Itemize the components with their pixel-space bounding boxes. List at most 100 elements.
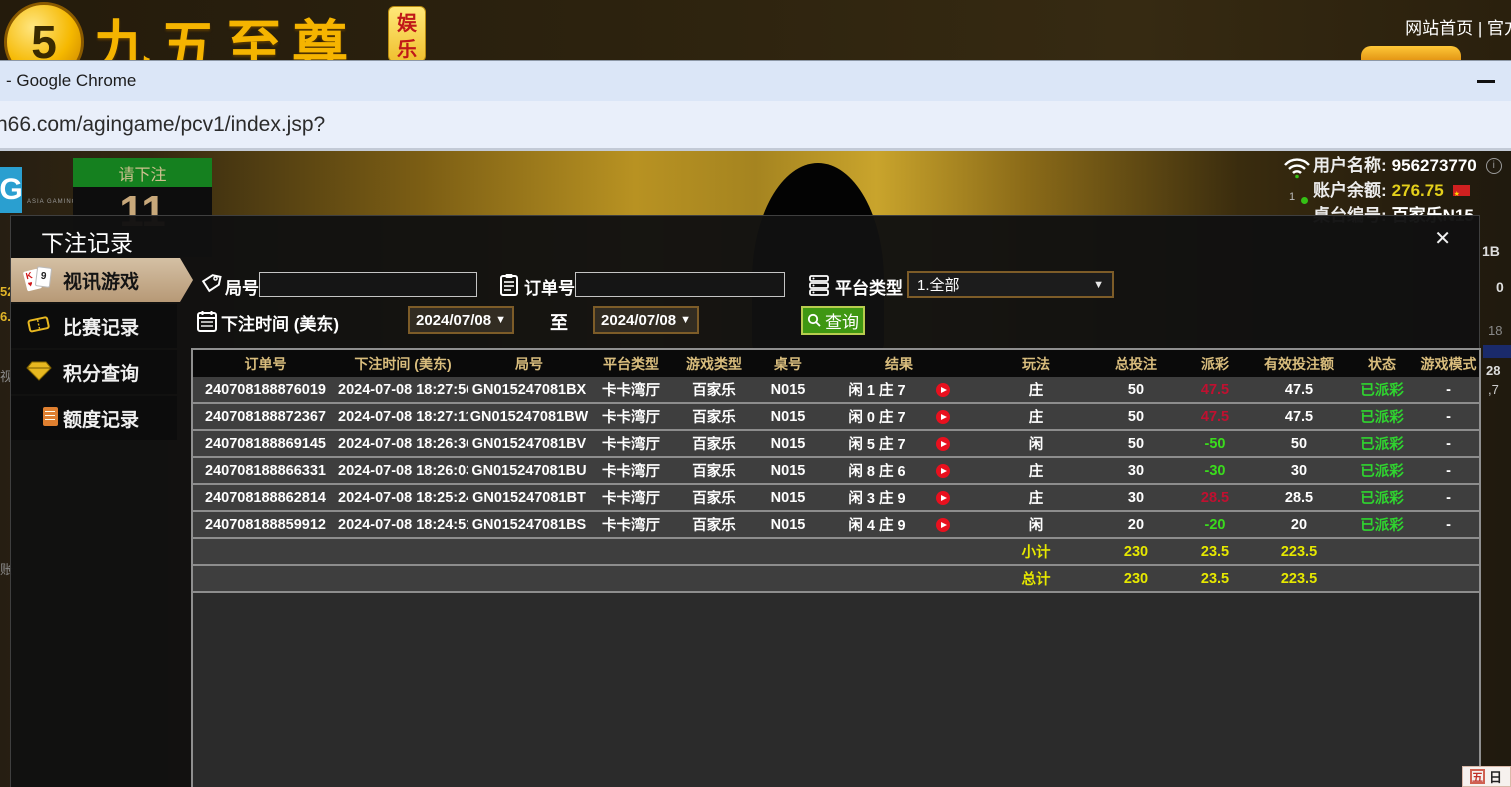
bet-time-label: 下注时间 (美东) xyxy=(221,310,339,335)
query-button[interactable]: 查询 xyxy=(801,306,865,335)
cell-platform: 卡卡湾厅 xyxy=(590,406,672,427)
cell-result: 闲 4 庄 9 xyxy=(820,514,978,535)
replay-play-icon[interactable] xyxy=(936,437,950,451)
server-stack-icon xyxy=(807,273,831,297)
cell-play: 庄 xyxy=(978,487,1094,508)
date-from-picker[interactable]: 2024/07/08 ▼ xyxy=(408,306,514,334)
bet-records-table: 订单号 下注时间 (美东) 局号 平台类型 游戏类型 桌号 结果 玩法 总投注 … xyxy=(191,348,1481,787)
cell-status: 已派彩 xyxy=(1346,406,1418,427)
cell-total-bet: 50 xyxy=(1094,382,1178,398)
cell-game-mode: - xyxy=(1418,409,1479,425)
site-header: 5 九五至尊 娱乐 网站首页 | 官方 xyxy=(0,0,1511,60)
replay-play-icon[interactable] xyxy=(936,491,950,505)
modal-title: 下注记录 xyxy=(41,224,133,258)
col-header: 平台类型 xyxy=(590,354,672,374)
provider-letter: G xyxy=(0,173,23,207)
cell-valid-bet: 47.5 xyxy=(1252,382,1346,398)
cell-game-type: 百家乐 xyxy=(672,514,756,535)
cell-order-id: 240708188862814 xyxy=(193,490,338,506)
network-level: 1 xyxy=(1289,191,1295,203)
chrome-urlbar[interactable]: n66.com/agingame/pcv1/index.jsp? xyxy=(0,101,1511,151)
wifi-icon xyxy=(1283,157,1311,179)
platform-select-value: 1.全部 xyxy=(917,274,960,295)
cell-game-type: 百家乐 xyxy=(672,433,756,454)
to-label: 至 xyxy=(550,309,568,335)
url-text[interactable]: n66.com/agingame/pcv1/index.jsp? xyxy=(0,113,325,137)
china-flag-icon xyxy=(1453,185,1470,196)
cell-round-id: GN015247081BS xyxy=(468,517,590,533)
ime-partial-glyph: 日 xyxy=(1489,767,1502,786)
minimize-icon xyxy=(1477,80,1495,83)
sidebar-item-points-query[interactable]: 积分查询 xyxy=(11,350,177,394)
cell-result: 闲 8 庄 6 xyxy=(820,460,978,481)
order-id-label: 订单号 xyxy=(524,274,575,299)
card-face: 9 xyxy=(35,266,52,288)
cell-table-no: N015 xyxy=(756,490,820,506)
date-from-value: 2024/07/08 xyxy=(416,312,491,329)
subtotal-total-bet: 230 xyxy=(1094,544,1178,560)
ime-mode-icon: 五 xyxy=(1470,769,1485,784)
platform-select[interactable]: 1.全部 ▼ xyxy=(907,271,1114,298)
cell-status: 已派彩 xyxy=(1346,433,1418,454)
chrome-titlebar[interactable]: - Google Chrome xyxy=(0,60,1511,101)
screen: 5 九五至尊 娱乐 网站首页 | 官方 - Google Chrome n66.… xyxy=(0,0,1511,787)
cell-order-id: 240708188872367 xyxy=(193,409,338,425)
col-header: 派彩 xyxy=(1178,354,1252,374)
cell-play: 庄 xyxy=(978,406,1094,427)
cell-payout: -20 xyxy=(1178,517,1252,533)
cell-bet-time: 2024-07-08 18:27:11 xyxy=(338,409,468,425)
cell-game-mode: - xyxy=(1418,436,1479,452)
grand-total-row: 总计 230 23.5 223.5 xyxy=(193,566,1479,593)
round-id-input[interactable] xyxy=(259,272,477,297)
chevron-down-icon: ▼ xyxy=(495,314,506,326)
window-title: - Google Chrome xyxy=(6,71,136,91)
result-text: 闲 4 庄 9 xyxy=(848,514,905,535)
cell-table-no: N015 xyxy=(756,382,820,398)
playing-cards-icon: K♥ 9 xyxy=(25,266,55,294)
replay-play-icon[interactable] xyxy=(936,464,950,478)
cell-platform: 卡卡湾厅 xyxy=(590,487,672,508)
cell-payout: 47.5 xyxy=(1178,382,1252,398)
bg-fragment: ,7 xyxy=(1488,382,1499,397)
cell-order-id: 240708188876019 xyxy=(193,382,338,398)
brand-badge: 娱乐 xyxy=(388,6,426,62)
cell-platform: 卡卡湾厅 xyxy=(590,379,672,400)
cell-game-mode: - xyxy=(1418,517,1479,533)
query-button-label: 查询 xyxy=(825,308,859,333)
result-text: 闲 8 庄 6 xyxy=(848,460,905,481)
col-header: 下注时间 (美东) xyxy=(338,354,468,374)
replay-play-icon[interactable] xyxy=(936,410,950,424)
cell-total-bet: 50 xyxy=(1094,436,1178,452)
cell-round-id: GN015247081BU xyxy=(468,463,590,479)
cell-payout: 28.5 xyxy=(1178,490,1252,506)
replay-play-icon[interactable] xyxy=(936,383,950,397)
order-id-input[interactable] xyxy=(575,272,785,297)
chevron-down-icon: ▼ xyxy=(680,314,691,326)
sidebar-item-label: 额度记录 xyxy=(63,405,139,432)
cell-valid-bet: 50 xyxy=(1252,436,1346,452)
filter-row-1: 局号 订单号 xyxy=(191,270,1481,300)
cell-round-id: GN015247081BX xyxy=(468,382,590,398)
cell-total-bet: 20 xyxy=(1094,517,1178,533)
cell-total-bet: 30 xyxy=(1094,490,1178,506)
cell-bet-time: 2024-07-08 18:26:36 xyxy=(338,436,468,452)
sidebar-item-quota-records[interactable]: 额度记录 xyxy=(11,396,177,440)
cell-play: 闲 xyxy=(978,514,1094,535)
info-icon[interactable]: i xyxy=(1486,158,1502,174)
table-row: 240708188872367 2024-07-08 18:27:11 GN01… xyxy=(193,404,1479,431)
sidebar-item-match-records[interactable]: 比赛记录 xyxy=(11,304,177,348)
bg-fragment: 0 xyxy=(1496,279,1504,295)
cell-status: 已派彩 xyxy=(1346,460,1418,481)
cell-game-type: 百家乐 xyxy=(672,460,756,481)
col-header: 总投注 xyxy=(1094,354,1178,374)
balance-label: 账户余额: xyxy=(1313,178,1387,203)
ticket-icon xyxy=(25,312,55,340)
date-to-picker[interactable]: 2024/07/08 ▼ xyxy=(593,306,699,334)
site-nav-links[interactable]: 网站首页 | 官方 xyxy=(1405,14,1511,39)
minimize-button[interactable] xyxy=(1473,69,1499,93)
close-button[interactable]: ✕ xyxy=(1434,226,1451,251)
sidebar-item-video-games[interactable]: K♥ 9 视讯游戏 xyxy=(11,258,193,302)
replay-play-icon[interactable] xyxy=(936,518,950,532)
modal-content: 局号 订单号 xyxy=(191,258,1481,787)
user-name-value: 956273770 xyxy=(1392,153,1477,178)
